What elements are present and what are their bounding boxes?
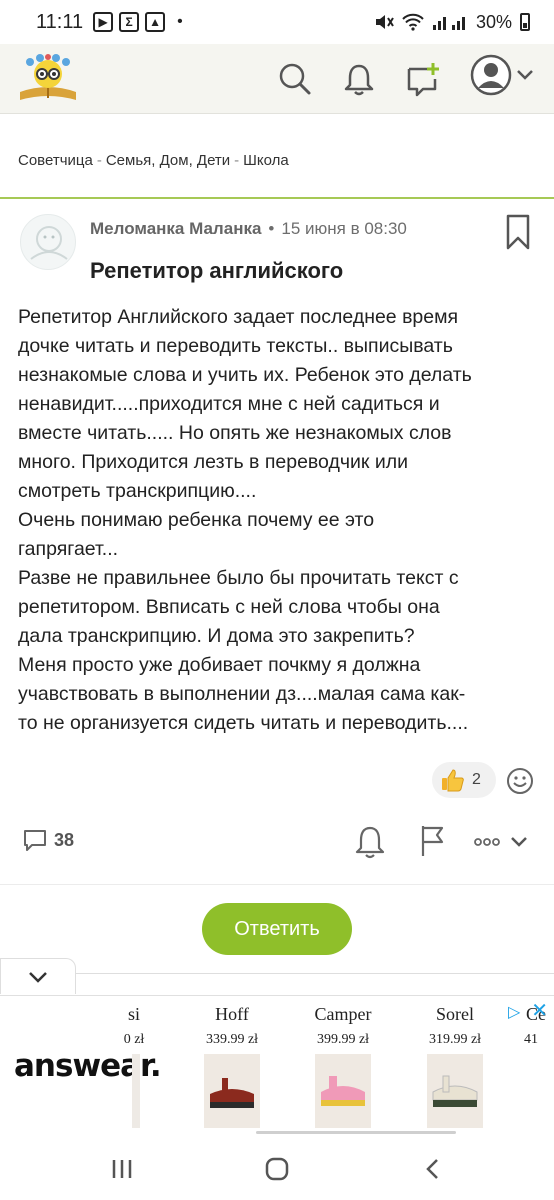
ad-product-price: 41 xyxy=(524,1032,538,1047)
ad-product-image xyxy=(204,1054,260,1128)
notification-dot-icon: • xyxy=(177,13,183,30)
post-body-line: смотреть транскрипцию.... xyxy=(18,480,257,502)
post-body-line: вместе читать..... Но опять же незнакомы… xyxy=(18,422,452,444)
ad-banner[interactable]: answear. si 0 zł Hoff 339.99 zł Camper 3… xyxy=(0,995,554,1135)
meta-separator: • xyxy=(268,219,275,238)
reply-button[interactable]: Ответить xyxy=(202,903,352,955)
search-icon[interactable] xyxy=(272,56,318,102)
ad-product-price: 319.99 zł xyxy=(428,1032,482,1047)
post-body-line: то не организуется сидеть читать и перев… xyxy=(18,712,469,734)
post-body-line: репетитором. Ввписать с ней слова чтобы … xyxy=(18,596,440,618)
bell-icon[interactable] xyxy=(336,56,382,102)
sandal-image-icon xyxy=(204,1054,260,1128)
wifi-icon xyxy=(402,13,424,31)
status-time: 11:11 xyxy=(36,10,84,33)
ad-product-brand: si xyxy=(127,1004,140,1024)
post-title: Репетитор английского xyxy=(90,258,344,283)
breadcrumb-separator: - xyxy=(234,152,240,169)
breadcrumb-item-root[interactable]: Советчица xyxy=(18,152,93,169)
ad-product-brand: Sorel xyxy=(436,1004,474,1024)
post-body-line: дала транскрипцию. И дома это закрепить? xyxy=(18,625,415,647)
breadcrumb: Советчица - Семья, Дом, Дети - Школа xyxy=(18,152,289,169)
post-body-line: много. Приходится лезть в переводчик или xyxy=(18,451,409,473)
post-body-line: Очень понимаю ребенка почему ее это xyxy=(18,509,375,531)
report-flag-icon[interactable] xyxy=(420,824,446,858)
collapse-divider xyxy=(76,973,554,974)
author-avatar[interactable] xyxy=(20,214,76,270)
chevron-down-icon xyxy=(29,971,47,983)
ad-scroll-indicator xyxy=(256,1131,456,1134)
user-avatar-icon[interactable] xyxy=(470,54,512,96)
breadcrumb-separator: - xyxy=(96,152,102,169)
post-body: Репетитор Английского задает последнее в… xyxy=(18,303,538,738)
mute-icon xyxy=(375,15,394,29)
post-divider xyxy=(0,197,554,199)
ad-product-brand: Hoff xyxy=(215,1004,249,1024)
recent-apps-icon[interactable] xyxy=(102,1154,142,1184)
post-body-line: гапрягает... xyxy=(18,538,119,560)
chevron-down-icon[interactable] xyxy=(516,69,534,81)
post-body-line: дочке читать и переводить тексты.. выпис… xyxy=(18,335,453,357)
thumbs-up-icon xyxy=(442,769,464,792)
home-icon[interactable] xyxy=(257,1154,297,1184)
thumbs-up-count: 2 xyxy=(472,771,481,788)
comments-count: 38 xyxy=(54,829,75,850)
bookmark-icon[interactable] xyxy=(506,214,530,250)
user-menu[interactable] xyxy=(470,54,534,96)
ad-close-icon[interactable]: ✕ xyxy=(531,998,548,1023)
ad-product-image xyxy=(132,1054,140,1128)
new-post-icon[interactable] xyxy=(400,56,446,102)
post-body-line: незнакомые слова и учить их. Ребенок это… xyxy=(18,364,472,386)
post-meta: Меломанка Маланка • 15 июня в 08:30 xyxy=(90,219,407,239)
subscribe-bell-icon[interactable] xyxy=(355,824,385,860)
post-body-line: ненавидит.....приходится мне с ней садит… xyxy=(18,393,440,415)
post-body-line: Меня просто уже добивает почкму я должна xyxy=(18,654,421,676)
comment-icon xyxy=(24,830,46,851)
post-body-line: Репетитор Английского задает последнее в… xyxy=(18,306,459,328)
collapse-ad-tab[interactable] xyxy=(0,958,76,994)
sigma-icon: Σ xyxy=(119,12,140,32)
add-reaction-smile-icon[interactable] xyxy=(506,767,534,795)
system-nav-bar xyxy=(0,1138,554,1200)
status-bar: 11:11 ▶ Σ ▲ • 30% xyxy=(0,0,554,44)
gallery-icon: ▲ xyxy=(145,12,166,32)
more-options-icon[interactable] xyxy=(474,836,500,848)
sandal-image-icon xyxy=(427,1054,483,1128)
post-date: 15 июня в 08:30 xyxy=(281,219,407,238)
breadcrumb-item-subcategory[interactable]: Школа xyxy=(243,152,289,169)
signal-icon xyxy=(432,17,465,30)
ad-product-price: 339.99 zł xyxy=(205,1032,259,1047)
section-divider xyxy=(0,884,554,885)
battery-icon xyxy=(520,13,530,31)
ad-product-price: 0 zł xyxy=(123,1032,145,1047)
thumbs-up-reaction[interactable]: 2 xyxy=(432,762,496,798)
post-body-line: Разве не правильнее было бы прочитать те… xyxy=(18,567,459,589)
sovetchitsa-logo[interactable] xyxy=(16,52,80,104)
sandal-image-icon xyxy=(315,1054,371,1128)
ad-product-price: 399.99 zł xyxy=(316,1032,370,1047)
breadcrumb-item-category[interactable]: Семья, Дом, Дети xyxy=(106,152,230,169)
youtube-icon: ▶ xyxy=(93,12,114,32)
battery-percent: 30% xyxy=(475,11,512,32)
post-body-line: учавствовать в выполнении дз....малая са… xyxy=(18,683,466,705)
ad-product-image xyxy=(315,1054,371,1128)
ad-product-brand: Camper xyxy=(314,1004,372,1024)
chevron-down-icon[interactable] xyxy=(510,836,528,848)
app-header xyxy=(0,44,554,114)
author-name[interactable]: Меломанка Маланка xyxy=(90,219,261,238)
ad-product-image xyxy=(427,1054,483,1128)
back-icon[interactable] xyxy=(412,1154,452,1184)
comments-button[interactable]: 38 xyxy=(22,828,74,852)
ad-choices-icon[interactable]: ▷ xyxy=(508,1002,526,1021)
